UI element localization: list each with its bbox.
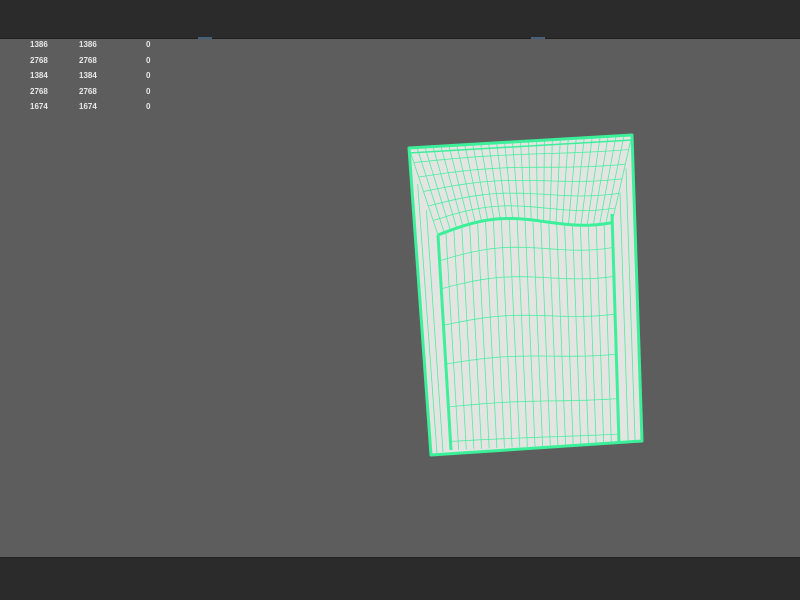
bottom-toolbar bbox=[0, 557, 800, 600]
wireframe-mesh[interactable] bbox=[0, 0, 800, 600]
